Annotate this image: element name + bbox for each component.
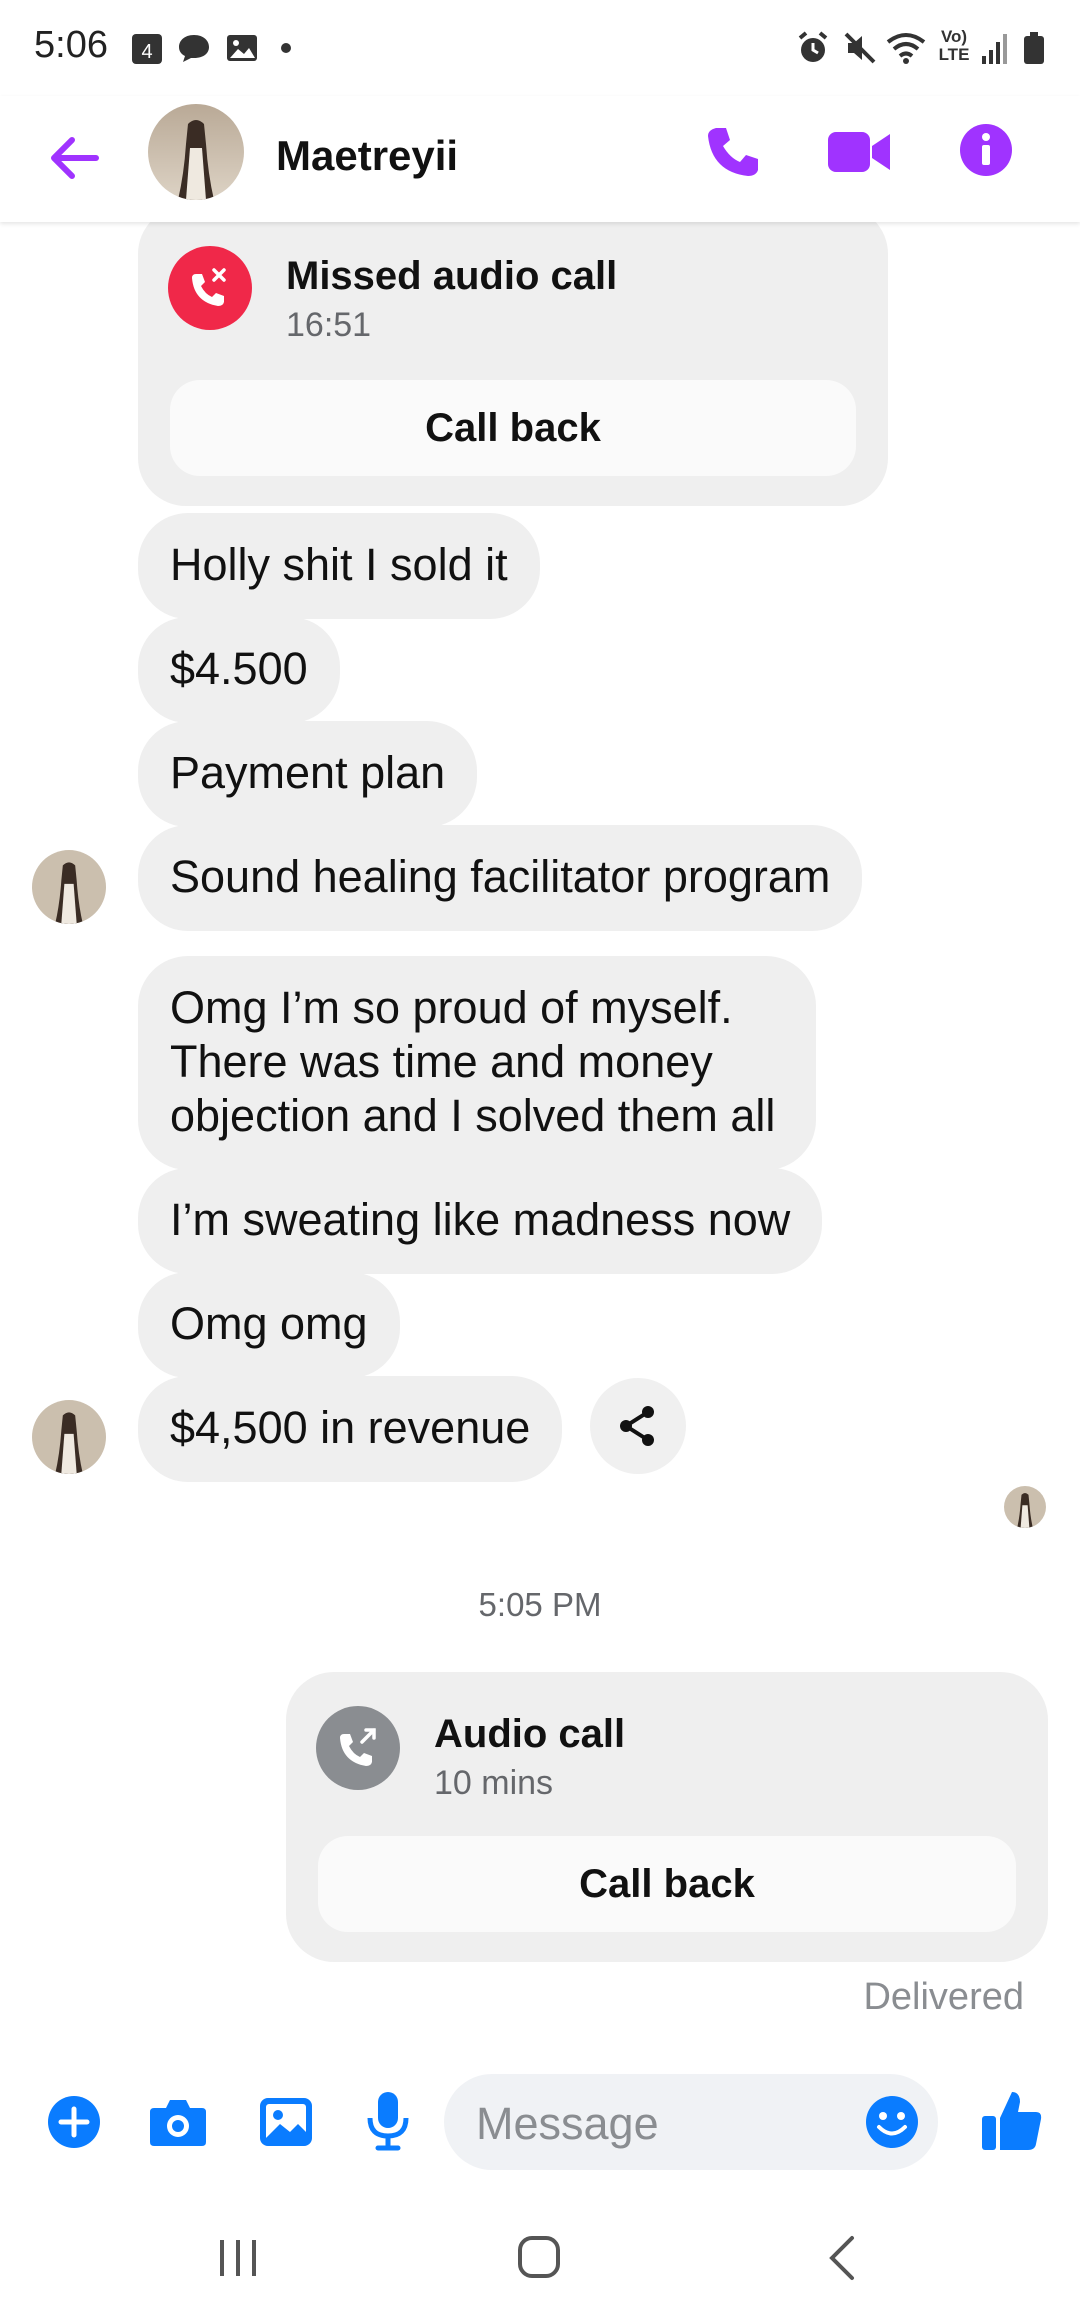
thumbs-up-icon[interactable] [980,2088,1044,2154]
message-line: objection and I solved them all [170,1090,776,1141]
message-line: Omg I’m so proud of myself. [170,982,733,1033]
mute-icon [844,32,876,64]
battery-icon [1024,32,1044,64]
message-input[interactable]: Message [444,2074,938,2170]
info-icon[interactable] [958,122,1014,178]
sender-avatar[interactable] [32,850,106,924]
svg-text:4: 4 [141,41,152,63]
missed-call-icon [168,246,252,330]
message-placeholder: Message [476,2098,659,2149]
message-bubble[interactable]: Holly shit I sold it [138,513,540,619]
message-bubble[interactable]: Payment plan [138,721,478,827]
message-bubble[interactable]: $4,500 in revenue [138,1376,563,1482]
plus-icon[interactable] [46,2094,102,2150]
signal-icon [982,34,1007,64]
missed-call-time: 16:51 [286,306,372,344]
message-bubble[interactable]: Omg I’m so proud of myself. There was ti… [138,956,816,1170]
status-bar: 5:06 4 Vo) LTE [0,0,1080,96]
message-bubble[interactable]: I’m sweating like madness now [138,1168,823,1274]
status-time: 5:06 [34,24,108,66]
camera-icon[interactable] [148,2094,208,2150]
sender-avatar[interactable] [32,1400,106,1474]
missed-call-title: Missed audio call [286,254,618,298]
call-back-button[interactable]: Call back [170,380,856,476]
read-receipt-avatar [1004,1486,1046,1528]
back-arrow-icon[interactable] [46,130,102,186]
message-bubble[interactable]: Sound healing facilitator program [138,825,863,931]
outgoing-call-icon [316,1706,400,1790]
message-bubble[interactable]: Omg omg [138,1272,400,1378]
calendar-notification-icon: 4 [132,34,162,64]
share-icon [620,1406,654,1446]
back-nav-icon[interactable] [824,2234,860,2282]
alarm-icon [798,31,828,62]
delivered-status: Delivered [863,1976,1024,2018]
chat-notification-icon [179,35,209,62]
volte-label: Vo) LTE [938,27,970,64]
recent-apps-icon[interactable] [216,2236,260,2280]
home-icon[interactable] [516,2234,562,2280]
contact-name[interactable]: Maetreyii [276,132,458,180]
audio-call-duration: 10 mins [434,1764,554,1802]
call-back-button[interactable]: Call back [318,1836,1016,1932]
microphone-icon[interactable] [366,2090,410,2152]
emoji-icon[interactable] [864,2094,920,2150]
message-timestamp: 5:05 PM [478,1586,602,1623]
missed-call-card: Missed audio call 16:51 Call back [138,206,888,506]
more-dot-icon [281,43,291,53]
wifi-icon [886,33,926,64]
share-button[interactable] [590,1378,686,1474]
contact-avatar[interactable] [148,104,244,200]
message-bubble[interactable]: $4.500 [138,617,340,723]
phone-icon[interactable] [702,122,762,182]
conversation-header: Maetreyii [0,96,1080,222]
system-nav-bar [0,2200,1080,2316]
audio-call-card: Audio call 10 mins Call back [286,1672,1048,1962]
audio-call-title: Audio call [434,1712,626,1756]
image-icon[interactable] [258,2094,314,2150]
image-notification-icon [227,35,257,61]
message-line: There was time and money [170,1036,713,1087]
video-camera-icon[interactable] [826,124,892,180]
